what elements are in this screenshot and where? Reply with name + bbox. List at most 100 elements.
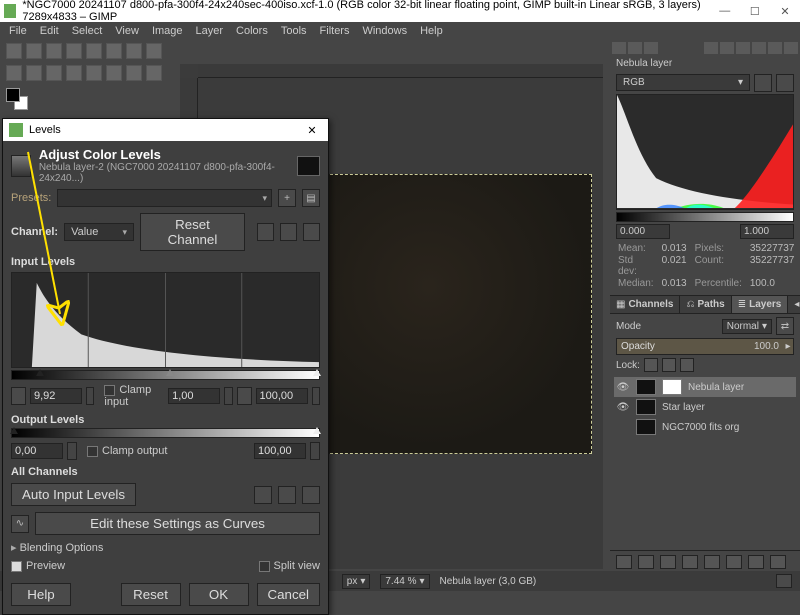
menu-image[interactable]: Image [147, 23, 188, 39]
edit-as-curves-button[interactable]: Edit these Settings as Curves [35, 512, 320, 535]
menu-layer[interactable]: Layer [191, 23, 229, 39]
dock-tab[interactable] [752, 42, 766, 54]
layer-thumb[interactable] [636, 379, 656, 395]
channel-select[interactable]: Value [64, 223, 134, 241]
layer-delete-button[interactable] [770, 555, 786, 569]
high-input[interactable] [256, 388, 308, 404]
tool[interactable] [26, 43, 42, 59]
dialog-close-button[interactable]: ✕ [302, 124, 322, 137]
cancel-button[interactable]: Cancel [257, 583, 321, 606]
dock-tab[interactable] [736, 42, 750, 54]
split-view-check[interactable] [259, 561, 270, 572]
histogram-max-input[interactable] [740, 224, 794, 239]
tool[interactable] [66, 43, 82, 59]
menu-select[interactable]: Select [67, 23, 108, 39]
minimize-button[interactable]: — [710, 0, 740, 22]
tool[interactable] [6, 43, 22, 59]
opacity-slider[interactable]: Opacity 100.0 ▸ [616, 338, 794, 355]
lock-position-button[interactable] [662, 358, 676, 372]
spin[interactable] [86, 387, 94, 405]
menu-colors[interactable]: Colors [231, 23, 273, 39]
tool[interactable] [126, 43, 142, 59]
menu-windows[interactable]: Windows [357, 23, 412, 39]
histogram-channel-select[interactable]: RGB [616, 74, 750, 91]
dock-tab[interactable] [704, 42, 718, 54]
menu-help[interactable]: Help [415, 23, 448, 39]
layer-merge-button[interactable] [726, 555, 742, 569]
pick-gray-all-button[interactable] [278, 486, 296, 504]
dock-tab[interactable] [644, 42, 658, 54]
tab-layers[interactable]: ≣ Layers [732, 296, 789, 313]
log-hist-button[interactable] [280, 223, 297, 241]
help-button[interactable]: Help [11, 583, 71, 606]
zoom-select[interactable]: 7.44 %▾ [380, 574, 429, 589]
blending-options-expander[interactable]: Blending Options [11, 541, 103, 554]
tool[interactable] [6, 65, 22, 81]
layer-down-button[interactable] [682, 555, 698, 569]
fg-color[interactable] [6, 88, 20, 102]
layer-thumb[interactable] [636, 399, 656, 415]
tool[interactable] [86, 65, 102, 81]
spin[interactable] [67, 442, 77, 460]
dock-tab[interactable] [720, 42, 734, 54]
pick-black-all-button[interactable] [254, 486, 272, 504]
color-swatches[interactable] [6, 88, 28, 110]
layer-up-button[interactable] [660, 555, 676, 569]
dock-tab[interactable] [628, 42, 642, 54]
layer-row[interactable]: 👁 Nebula layer [614, 377, 796, 397]
clamp-input-check[interactable] [104, 385, 115, 396]
histogram-opt-button[interactable] [754, 74, 772, 92]
tab-paths[interactable]: ⎌ Paths [680, 296, 731, 313]
dialog-titlebar[interactable]: Levels ✕ [3, 119, 328, 141]
dock-menu-button[interactable]: ◂ [788, 296, 800, 313]
auto-levels-button[interactable]: Auto Input Levels [11, 483, 136, 506]
pick-white-all-button[interactable] [302, 486, 320, 504]
layer-dup-button[interactable] [704, 555, 720, 569]
pick-black-button[interactable] [11, 387, 26, 405]
preview-check[interactable] [11, 561, 22, 572]
close-button[interactable]: ✕ [770, 0, 800, 22]
layer-name[interactable]: Star layer [662, 402, 794, 413]
tool[interactable] [106, 65, 122, 81]
dock-tab[interactable] [784, 42, 798, 54]
histogram-opt-button[interactable] [776, 74, 794, 92]
ruler-horizontal[interactable] [198, 64, 603, 78]
maximize-button[interactable]: ☐ [740, 0, 770, 22]
histogram-gradient[interactable] [616, 212, 794, 222]
ok-button[interactable]: OK [189, 583, 249, 606]
hist-menu-button[interactable] [303, 223, 320, 241]
clamp-output-check[interactable] [87, 446, 98, 457]
menu-edit[interactable]: Edit [35, 23, 64, 39]
tool[interactable] [106, 43, 122, 59]
reset-channel-button[interactable]: Reset Channel [140, 213, 245, 251]
layer-row[interactable]: 👁 Star layer [614, 397, 796, 417]
lock-alpha-button[interactable] [680, 358, 694, 372]
layer-group-button[interactable] [638, 555, 654, 569]
tab-channels[interactable]: ▦ Channels [610, 296, 680, 313]
menu-tools[interactable]: Tools [276, 23, 312, 39]
mode-switch-button[interactable]: ⇄ [776, 317, 794, 335]
input-histogram[interactable] [11, 272, 320, 368]
input-gradient[interactable] [11, 370, 320, 380]
dock-tab[interactable] [612, 42, 626, 54]
spin[interactable] [310, 442, 320, 460]
lock-pixels-button[interactable] [644, 358, 658, 372]
out-high-input[interactable] [254, 443, 306, 459]
unit-select[interactable]: px▾ [342, 574, 371, 589]
layer-row[interactable]: NGC7000 fits org [614, 417, 796, 437]
status-icon[interactable] [776, 574, 792, 588]
preset-add-button[interactable]: + [278, 189, 296, 207]
tool[interactable] [146, 65, 162, 81]
spin[interactable] [312, 387, 320, 405]
menu-file[interactable]: File [4, 23, 32, 39]
linear-hist-button[interactable] [257, 223, 274, 241]
eye-icon[interactable]: 👁 [616, 382, 630, 393]
tool[interactable] [86, 43, 102, 59]
pick-white-button[interactable] [237, 387, 252, 405]
gamma-input[interactable] [168, 388, 220, 404]
out-low-input[interactable] [11, 443, 63, 459]
tool[interactable] [66, 65, 82, 81]
reset-button[interactable]: Reset [121, 583, 181, 606]
menu-filters[interactable]: Filters [315, 23, 355, 39]
tool[interactable] [26, 65, 42, 81]
